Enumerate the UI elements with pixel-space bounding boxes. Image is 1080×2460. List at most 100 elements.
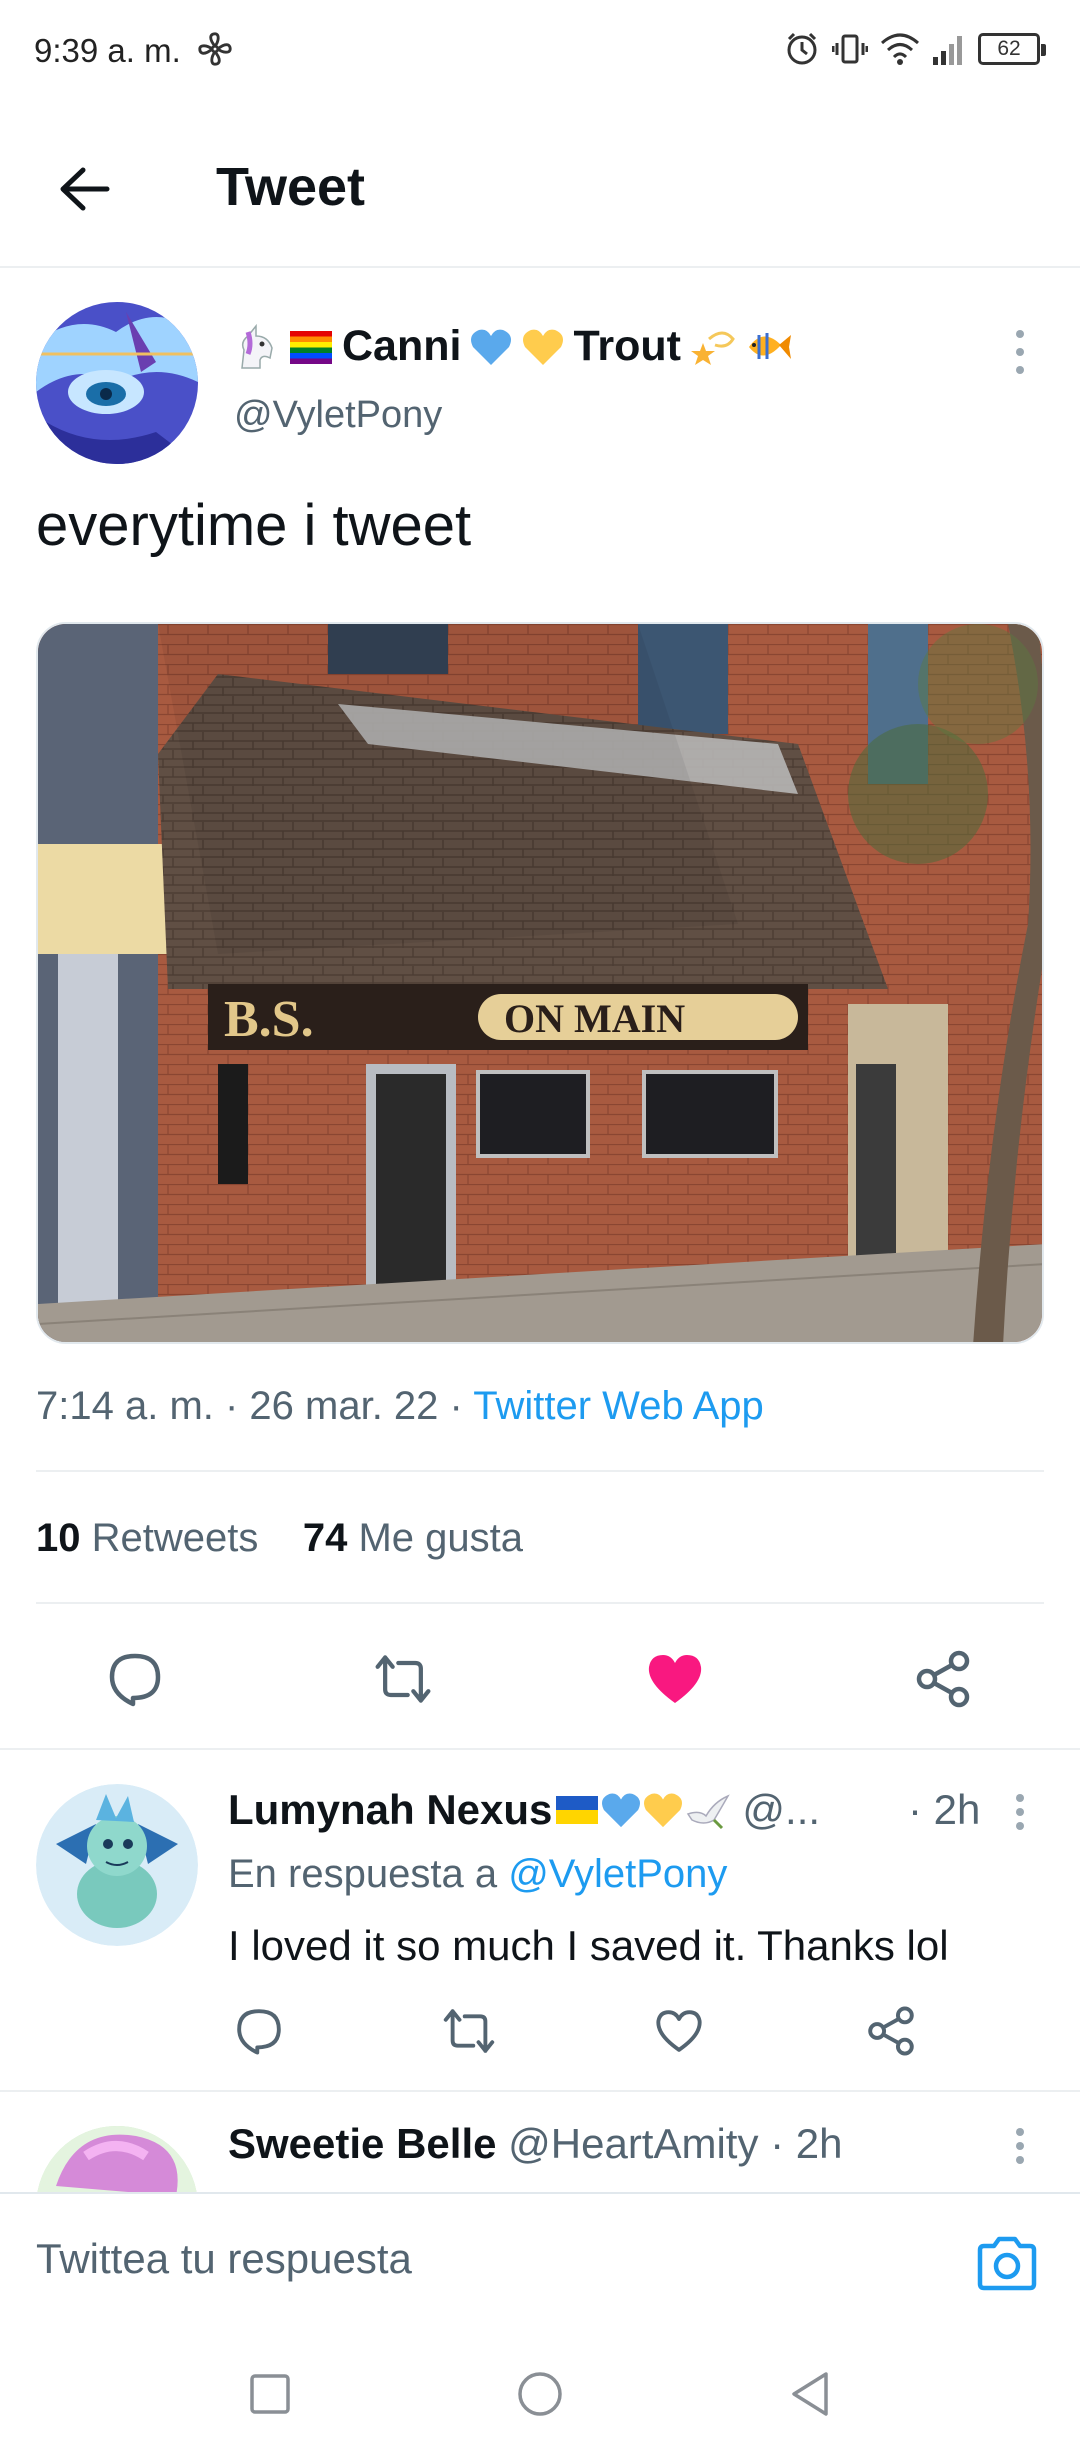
status-time: 9:39 a. m. bbox=[34, 32, 181, 69]
tweet-action-bar bbox=[0, 1630, 1080, 1726]
author-display-name[interactable]: Canni Trout bbox=[234, 322, 793, 371]
reply-retweet-button[interactable] bbox=[438, 2000, 500, 2062]
like-button[interactable] bbox=[644, 1648, 706, 1710]
arrow-left-icon bbox=[60, 167, 110, 211]
retweets-stat[interactable]: 10 Retweets bbox=[36, 1516, 258, 1560]
camera-icon bbox=[977, 2236, 1037, 2291]
recent-apps-button[interactable] bbox=[240, 2364, 300, 2424]
sign-text-1: B.S. bbox=[224, 991, 314, 1048]
more-options-button[interactable] bbox=[1000, 322, 1040, 382]
dove-icon bbox=[687, 1794, 731, 1830]
meta-separator-1: · bbox=[213, 1384, 250, 1428]
reply-input[interactable] bbox=[36, 2218, 936, 2300]
tweet-time: 7:14 a. m. bbox=[36, 1384, 214, 1428]
comment-icon bbox=[109, 1653, 161, 1707]
triangle-back-icon bbox=[792, 2372, 828, 2416]
alarm-icon bbox=[787, 32, 817, 65]
square-icon bbox=[250, 2374, 290, 2414]
wifi-icon bbox=[881, 33, 919, 65]
author-avatar[interactable] bbox=[36, 302, 198, 464]
reply-text: I loved it so much I saved it. Thanks lo… bbox=[228, 1922, 949, 1969]
tweet-date: 26 mar. 22 bbox=[249, 1384, 439, 1428]
reply-more-options-button[interactable] bbox=[1000, 1786, 1040, 1846]
vibrate-icon bbox=[832, 34, 868, 64]
engagement-stats: 10 Retweets 74 Me gusta bbox=[36, 1516, 523, 1561]
rainbow-flag-icon bbox=[290, 330, 332, 364]
meta-separator-2: · bbox=[438, 1384, 474, 1428]
reply-to-handle-link[interactable]: @VyletPony bbox=[508, 1852, 727, 1896]
heart-outline-icon bbox=[656, 2010, 702, 2052]
camera-button[interactable] bbox=[974, 2234, 1040, 2292]
reply-avatar[interactable] bbox=[36, 1784, 198, 1946]
heart-icon bbox=[648, 1655, 702, 1703]
author-handle[interactable]: @VyletPony bbox=[234, 394, 442, 437]
divider bbox=[0, 1748, 1080, 1750]
retweet-icon bbox=[375, 1655, 431, 1703]
author-name-part-1: Canni bbox=[342, 322, 462, 370]
reply-avatar[interactable] bbox=[36, 2126, 198, 2192]
storefront-photo: B.S. ON MAIN bbox=[38, 624, 1042, 1342]
avatar-image bbox=[36, 1784, 198, 1946]
battery-icon: 62 bbox=[978, 33, 1046, 65]
tweet-source-link[interactable]: Twitter Web App bbox=[473, 1384, 764, 1428]
reply-author-name[interactable]: Sweetie Belle bbox=[228, 2120, 496, 2167]
yellow-heart-icon bbox=[523, 329, 564, 365]
divider bbox=[0, 2090, 1080, 2092]
signal-icon bbox=[933, 36, 962, 65]
divider bbox=[36, 1470, 1044, 1472]
reply-author-name[interactable]: Lumynah Nexus bbox=[228, 1786, 552, 1834]
share-button[interactable] bbox=[912, 1648, 974, 1710]
reply-to-label: En respuesta a bbox=[228, 1852, 498, 1896]
comment-icon bbox=[237, 2009, 281, 2055]
ukraine-flag-icon bbox=[556, 1796, 599, 1824]
reply-like-button[interactable] bbox=[648, 2000, 710, 2062]
reply-header: Lumynah Nexus @... · 2h bbox=[228, 1786, 1028, 1834]
home-button[interactable] bbox=[510, 2364, 570, 2424]
reply-share-button[interactable] bbox=[860, 2000, 922, 2062]
tweet-photo[interactable]: B.S. ON MAIN bbox=[36, 622, 1044, 1344]
sign-text-2: ON MAIN bbox=[504, 996, 685, 1041]
author-name-part-2: Trout bbox=[573, 322, 681, 370]
system-navigation-bar bbox=[0, 2324, 1080, 2460]
tweet-text: everytime i tweet bbox=[36, 493, 472, 558]
more-vertical-icon bbox=[1016, 1794, 1024, 1830]
reply-more-options-button[interactable] bbox=[1000, 2120, 1040, 2180]
likes-label: Me gusta bbox=[358, 1516, 523, 1560]
reply-time: · 2h bbox=[770, 2120, 843, 2167]
circle-icon bbox=[518, 2372, 562, 2416]
avatar-image bbox=[36, 2126, 198, 2192]
likes-count: 74 bbox=[302, 1516, 348, 1560]
reply-action-bar bbox=[0, 1996, 1080, 2068]
status-icons: 62 bbox=[784, 28, 1046, 70]
page-title: Tweet bbox=[216, 157, 366, 217]
reply-author-handle[interactable]: @... bbox=[742, 1786, 820, 1834]
more-vertical-icon bbox=[1016, 2128, 1024, 2164]
top-app-bar: Tweet bbox=[0, 100, 1080, 268]
fan-icon bbox=[198, 32, 232, 66]
reply-reply-button[interactable] bbox=[228, 2000, 290, 2062]
reply-author-handle[interactable]: @HeartAmity bbox=[508, 2120, 758, 2167]
in-reply-to: En respuesta a @VyletPony bbox=[228, 1852, 727, 1897]
more-vertical-icon bbox=[1016, 330, 1024, 374]
yellow-heart-icon bbox=[644, 1793, 683, 1828]
tweet-timestamp-line: 7:14 a. m. · 26 mar. 22 · Twitter Web Ap… bbox=[36, 1384, 764, 1429]
back-button[interactable] bbox=[40, 144, 130, 234]
status-bar: 9:39 a. m. 62 bbox=[0, 0, 1080, 100]
dizzy-star-icon bbox=[690, 331, 735, 365]
divider bbox=[36, 1602, 1044, 1604]
reply-button[interactable] bbox=[104, 1648, 166, 1710]
blue-heart-icon bbox=[471, 329, 512, 365]
tropical-fish-icon bbox=[748, 332, 791, 359]
reply-time: · 2h bbox=[908, 1786, 981, 1833]
blue-heart-icon bbox=[602, 1793, 641, 1828]
system-back-button[interactable] bbox=[780, 2364, 840, 2424]
unicorn-emoji-icon bbox=[241, 323, 273, 369]
avatar-image bbox=[36, 302, 198, 464]
reply-compose-bar bbox=[0, 2192, 1080, 2326]
likes-stat[interactable]: 74 Me gusta bbox=[303, 1516, 523, 1560]
retweet-button[interactable] bbox=[372, 1648, 434, 1710]
retweets-count: 10 bbox=[36, 1516, 81, 1560]
retweet-icon bbox=[443, 2009, 495, 2053]
reply-header: Sweetie Belle @HeartAmity · 2h bbox=[228, 2120, 843, 2168]
share-icon bbox=[868, 2006, 914, 2056]
